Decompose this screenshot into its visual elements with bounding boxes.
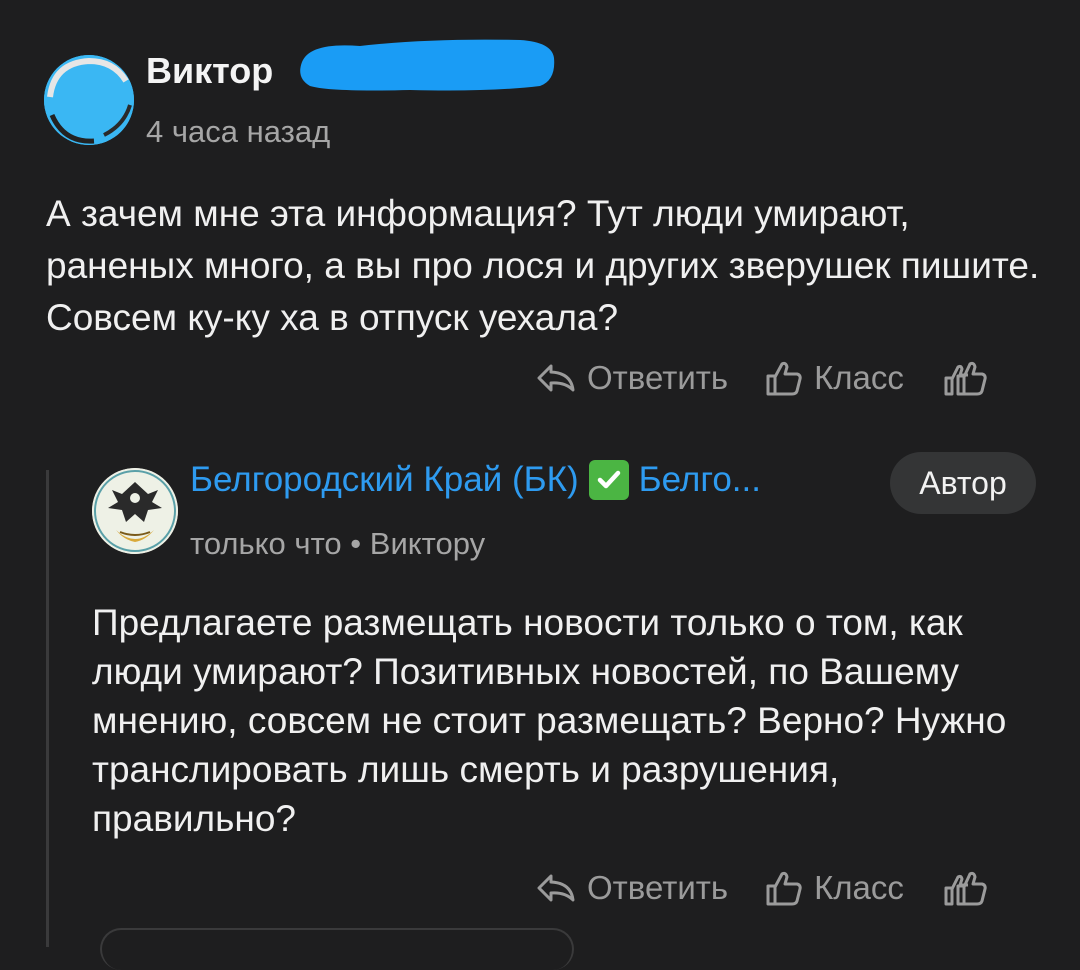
reply-likes-list-button[interactable] [942,868,988,908]
community-logo [92,468,178,554]
reply-recipient[interactable]: Виктору [370,526,485,561]
likes-list-button[interactable] [942,358,988,398]
reply-reply-button[interactable]: Ответить [535,869,728,907]
check-mark-icon [588,460,629,500]
thumbs-up-icon [766,361,802,396]
reply-meta: только что • Виктору [190,526,485,562]
reply-avatar[interactable] [92,468,178,554]
reply-text: Предлагаете размещать новости только о т… [92,602,1007,839]
reply-author-name[interactable]: Белгородский Край (БК) [190,460,579,500]
comment-text: А зачем мне эта информация? Тут люди уми… [46,193,1040,338]
comment-actions: Ответить Класс [535,358,988,398]
reply-like-button[interactable]: Класс [764,868,904,908]
avatar-image [44,55,134,145]
reply-author[interactable]: Белгородский Край (БК) Белго... [190,460,761,500]
double-thumbs-up-icon [944,361,987,396]
meta-separator: • [350,526,362,561]
thread-line [46,470,49,947]
comment-timestamp: 4 часа назад [146,114,331,149]
avatar[interactable] [44,55,134,145]
author-badge: Автор [890,452,1036,514]
reply-label: Ответить [587,359,729,396]
reply-timestamp: только что [190,526,342,561]
reply-author-suffix[interactable]: Белго... [639,460,761,500]
comment-input-preview[interactable] [100,928,574,970]
reply-icon [537,364,575,392]
comment-author[interactable]: Виктор [146,50,273,92]
reply-label: Ответить [587,869,729,906]
like-button[interactable]: Класс [764,358,904,398]
thumbs-up-icon [766,871,802,906]
reply-button[interactable]: Ответить [535,359,728,397]
redaction-mark [300,39,555,91]
like-label: Класс [814,869,904,906]
like-label: Класс [814,359,904,396]
reply-actions: Ответить Класс [535,868,988,908]
double-thumbs-up-icon [944,871,987,906]
reply-icon [537,874,575,902]
